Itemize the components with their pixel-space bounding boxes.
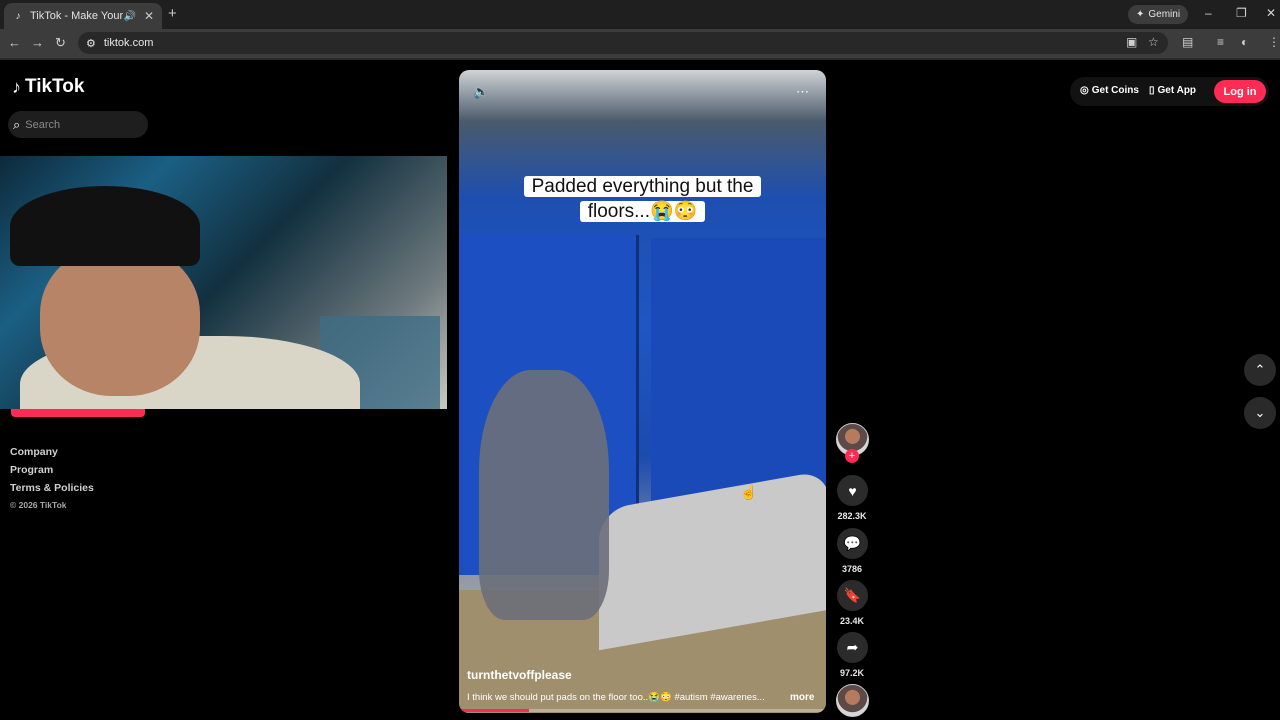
- volume-icon[interactable]: 🔈: [473, 84, 489, 100]
- menu-dots-icon[interactable]: ⋮: [1268, 35, 1280, 49]
- close-icon[interactable]: ✕: [144, 9, 154, 23]
- comment-count: 3786: [841, 564, 863, 574]
- webcam-overlay: [0, 156, 447, 409]
- bookmark-star-icon[interactable]: ☆: [1148, 35, 1159, 49]
- share-count: 97.2K: [839, 668, 865, 678]
- caption-text: Padded everything but the floors...😭😳: [523, 176, 762, 222]
- webcam-cap: [10, 186, 200, 266]
- login-button[interactable]: Log in: [1214, 80, 1266, 103]
- footer-company[interactable]: Company: [10, 446, 58, 458]
- sidebar-login-button-partial[interactable]: [11, 409, 145, 417]
- bookmark-icon: 🔖: [843, 587, 862, 603]
- get-app-label: Get App: [1157, 85, 1197, 96]
- get-app-button[interactable]: ▯ Get App: [1149, 85, 1196, 96]
- search-placeholder: Search: [25, 118, 61, 131]
- webcam-face: [40, 246, 200, 396]
- site-settings-icon[interactable]: ⚙: [86, 37, 96, 50]
- chrome-divider: [0, 58, 1280, 60]
- video-progress-fill: [459, 709, 529, 712]
- next-video-button[interactable]: ⌄: [1244, 397, 1276, 429]
- sound-avatar[interactable]: [836, 684, 869, 717]
- chevron-down-icon: ⌄: [1254, 405, 1266, 420]
- save-button[interactable]: 🔖: [837, 580, 868, 611]
- tiktok-note-icon: ♪: [12, 76, 21, 97]
- heart-icon: ♥: [848, 482, 857, 499]
- restore-icon[interactable]: ❐: [1236, 6, 1247, 20]
- gemini-button[interactable]: ✦ Gemini: [1128, 5, 1189, 24]
- sidepanel-icon[interactable]: ▤: [1182, 35, 1193, 49]
- video-person: [479, 370, 609, 620]
- comment-button[interactable]: 💬: [837, 528, 868, 559]
- tab-title: TikTok - Make Your Day: [30, 10, 124, 22]
- reload-icon[interactable]: ↻: [55, 35, 66, 51]
- plus-icon[interactable]: +: [168, 5, 177, 22]
- close-window-icon[interactable]: ✕: [1266, 6, 1276, 20]
- get-coins-label: Get Coins: [1091, 85, 1139, 96]
- comment-icon: 💬: [843, 535, 862, 551]
- share-button[interactable]: ➦: [837, 632, 868, 663]
- login-label: Log in: [1223, 85, 1257, 98]
- profile-icon[interactable]: ◐: [1241, 35, 1248, 49]
- address-bar[interactable]: ⚙ tiktok.com: [78, 32, 1168, 54]
- video-author[interactable]: turnthetvoffplease: [467, 668, 572, 682]
- logo-text: TikTok: [25, 76, 85, 97]
- video-progress-bar[interactable]: [459, 709, 826, 712]
- media-icon[interactable]: ≡: [1217, 35, 1224, 49]
- sparkle-icon: ✦: [1136, 9, 1145, 20]
- previous-video-button[interactable]: ⌃: [1244, 354, 1276, 386]
- phone-icon: ▯: [1149, 85, 1155, 96]
- footer-program[interactable]: Program: [10, 464, 53, 476]
- share-arrow-icon: ➦: [846, 639, 859, 655]
- more-link[interactable]: more: [790, 692, 814, 703]
- hand-cursor-icon: ☝: [740, 484, 758, 500]
- install-icon[interactable]: ▣: [1126, 35, 1137, 49]
- browser-tab-bar: ♪ TikTok - Make Your Day 🔊 ✕ + ✦ Gemini …: [0, 0, 1280, 29]
- video-description: I think we should put pads on the floor …: [467, 692, 765, 703]
- browser-toolbar: ← → ↻ ⚙ tiktok.com ▣ ☆ ▤ ≡ ◐ ⋮: [0, 29, 1280, 58]
- get-coins-button[interactable]: ◎ Get Coins: [1080, 85, 1139, 96]
- video-player[interactable]: 🔈 ⋯ Padded everything but the floors...😭…: [459, 70, 826, 713]
- forward-icon[interactable]: →: [31, 35, 44, 50]
- back-icon[interactable]: ←: [8, 35, 21, 50]
- video-caption-overlay: Padded everything but the floors...😭😳: [510, 174, 775, 224]
- like-button[interactable]: ♥: [837, 475, 868, 506]
- coin-icon: ◎: [1080, 85, 1089, 96]
- more-options-icon[interactable]: ⋯: [796, 84, 809, 100]
- search-input[interactable]: ⌕ Search: [8, 111, 148, 138]
- tiktok-logo[interactable]: ♪ TikTok: [12, 76, 84, 98]
- like-count: 282.3K: [837, 511, 867, 521]
- follow-plus-icon[interactable]: +: [845, 449, 859, 463]
- search-icon: ⌕: [13, 116, 21, 132]
- minimize-icon[interactable]: –: [1205, 6, 1212, 20]
- save-count: 23.4K: [839, 616, 865, 626]
- tiktok-icon: ♪: [15, 10, 21, 22]
- footer-terms[interactable]: Terms & Policies: [10, 482, 94, 494]
- browser-tab[interactable]: ♪ TikTok - Make Your Day 🔊 ✕: [4, 3, 162, 29]
- speaker-icon[interactable]: 🔊: [123, 11, 135, 22]
- url-text: tiktok.com: [103, 37, 154, 49]
- gemini-label: Gemini: [1148, 9, 1181, 20]
- chevron-up-icon: ⌃: [1254, 362, 1266, 377]
- footer-copyright: © 2026 TikTok: [10, 500, 67, 510]
